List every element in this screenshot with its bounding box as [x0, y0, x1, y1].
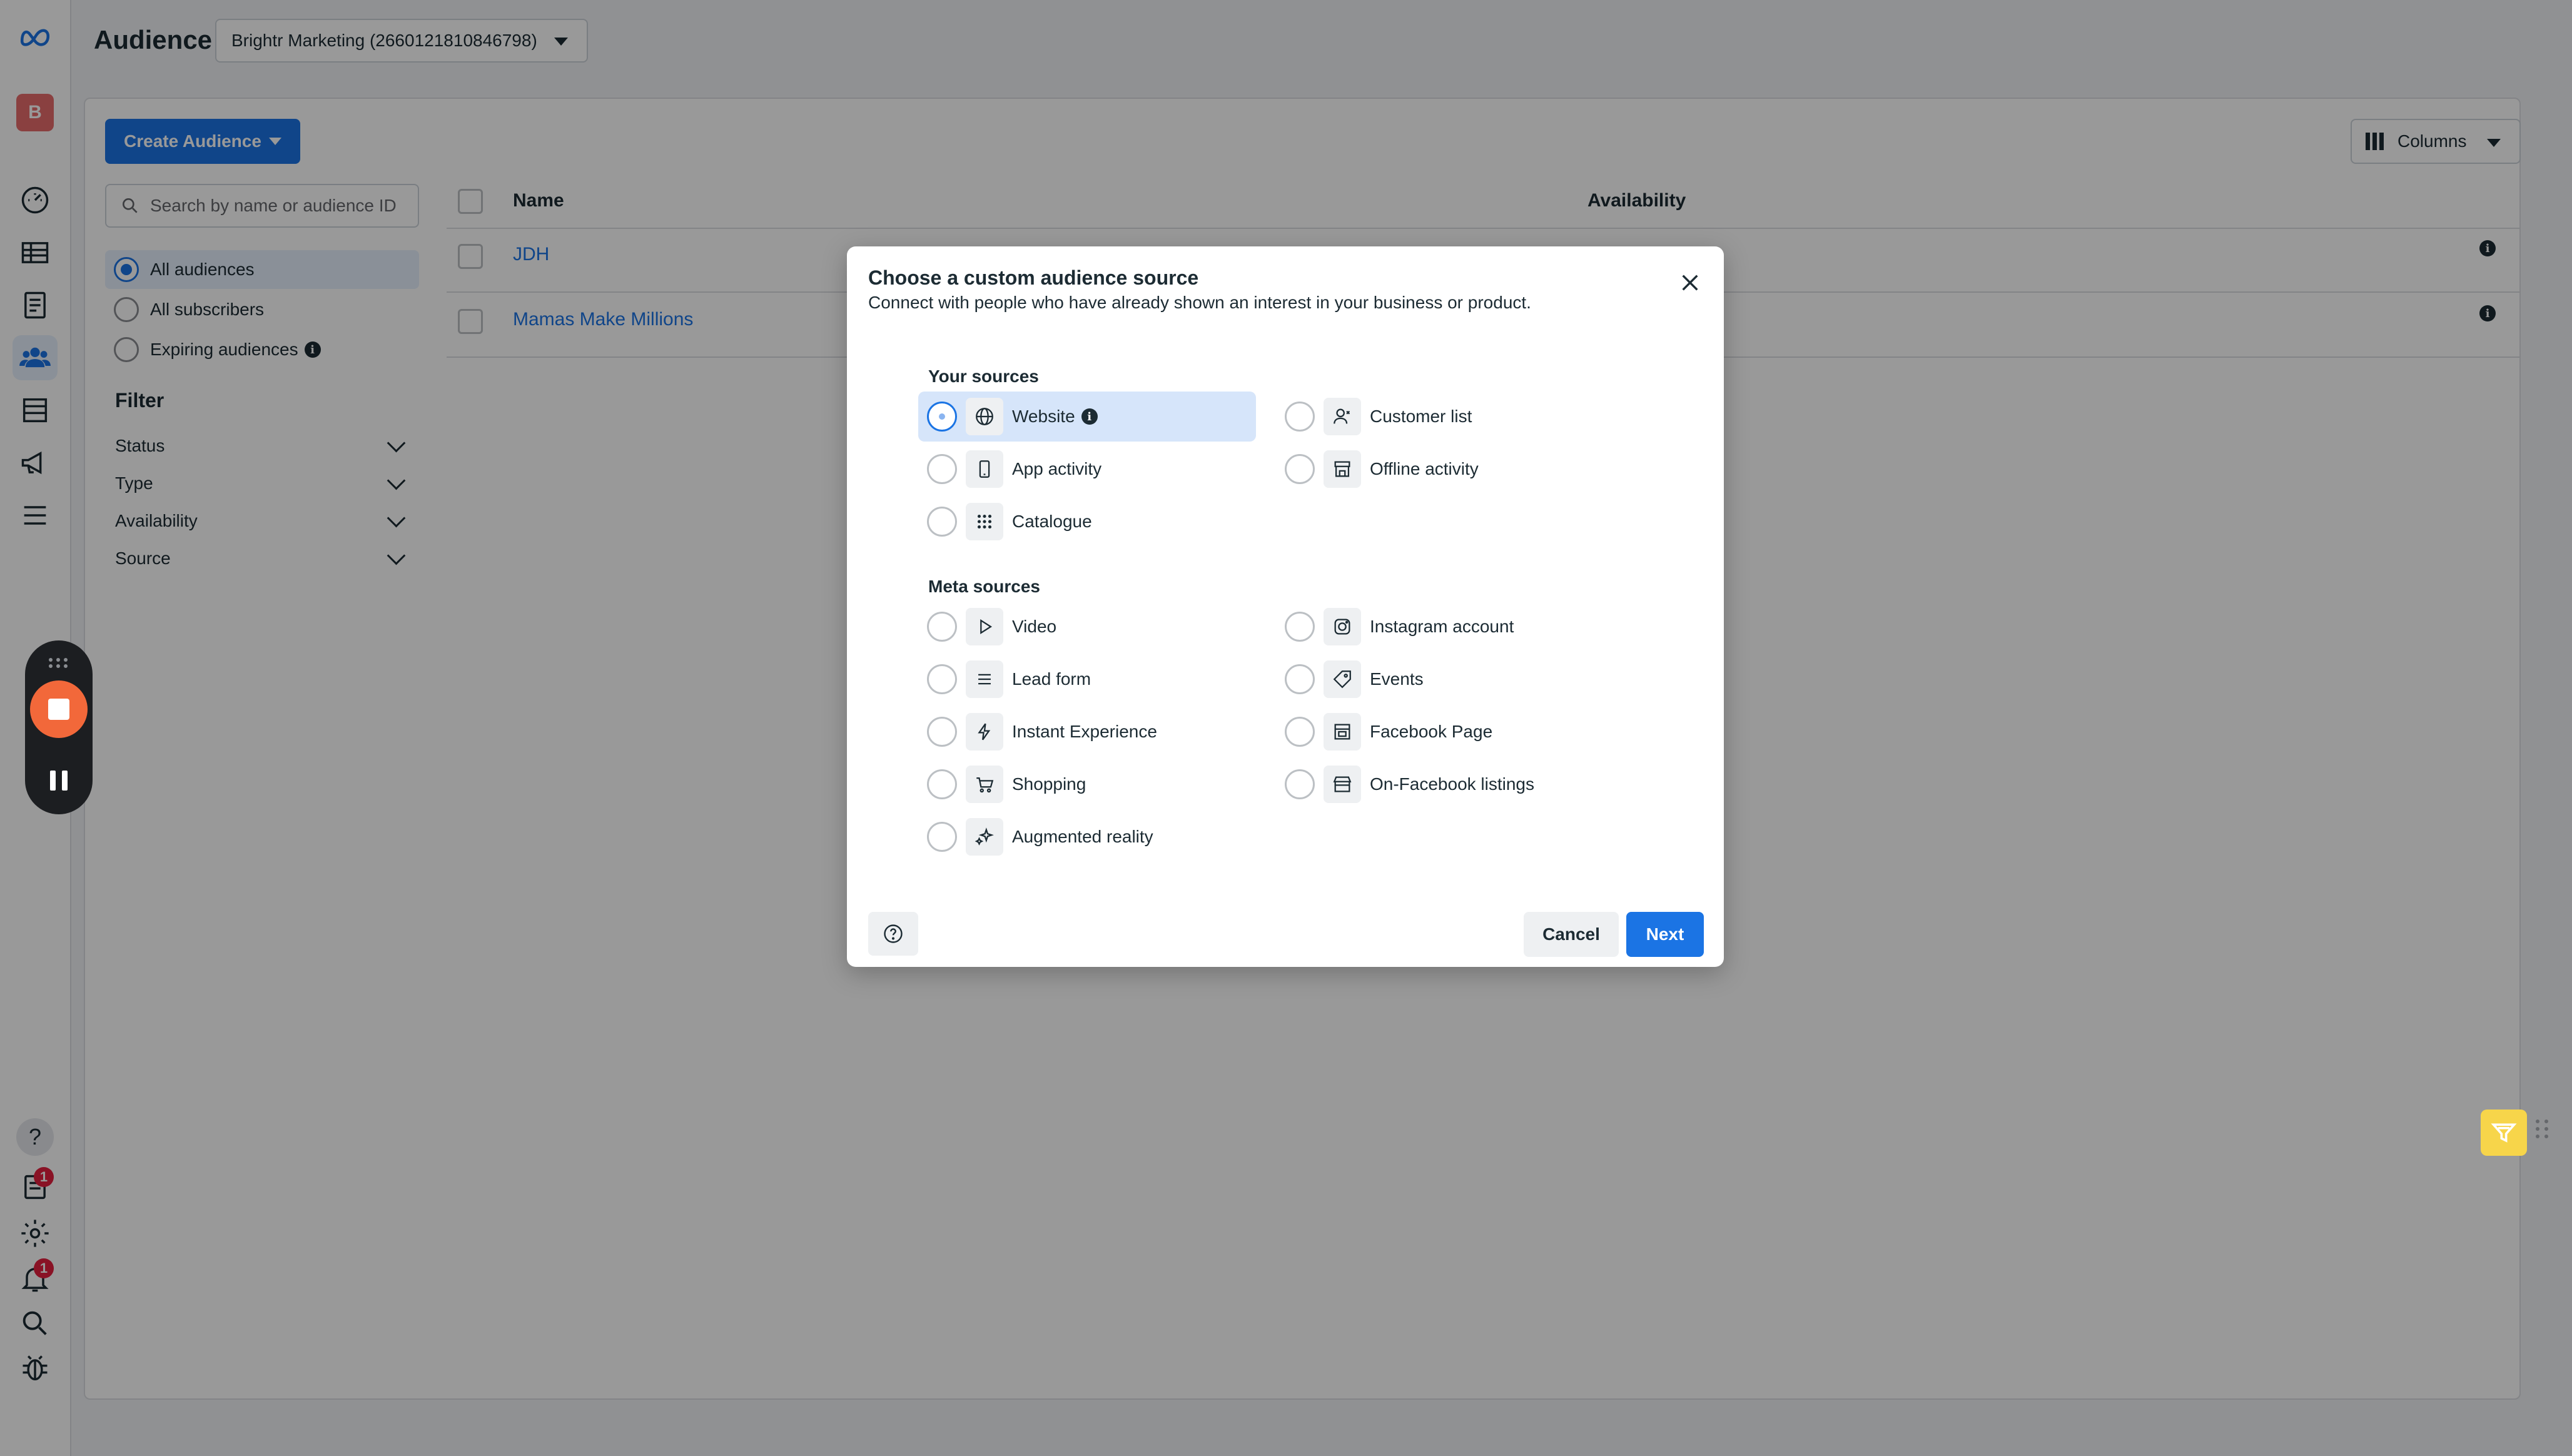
source-customer-list[interactable]: Customer list: [1276, 392, 1614, 442]
source-lead-form[interactable]: Lead form: [918, 654, 1256, 704]
source-label: Catalogue: [1012, 512, 1092, 531]
source-label: On-Facebook listings: [1370, 774, 1535, 794]
stop-icon: [48, 699, 69, 720]
source-label: Customer list: [1370, 407, 1472, 426]
source-label: Website: [1012, 407, 1075, 426]
source-facebook-page[interactable]: Facebook Page: [1276, 707, 1614, 757]
source-catalogue[interactable]: Catalogue: [918, 497, 1256, 547]
bolt-icon: [966, 713, 1003, 751]
cart-icon: [966, 766, 1003, 803]
radio-button[interactable]: [927, 507, 957, 537]
radio-button[interactable]: [1285, 717, 1315, 747]
question-icon: [884, 924, 903, 943]
source-website[interactable]: Website i: [918, 392, 1256, 442]
stop-recording-button[interactable]: [30, 680, 88, 738]
radio-button[interactable]: [927, 717, 957, 747]
drag-handle-icon[interactable]: [49, 658, 69, 668]
radio-button[interactable]: [1285, 402, 1315, 432]
radio-button[interactable]: [1285, 769, 1315, 799]
radio-button[interactable]: [927, 769, 957, 799]
radio-button[interactable]: [927, 612, 957, 642]
radio-button[interactable]: [927, 454, 957, 484]
source-augmented-reality[interactable]: Augmented reality: [918, 812, 1256, 862]
cancel-button[interactable]: Cancel: [1524, 912, 1619, 957]
radio-button[interactable]: [1285, 664, 1315, 694]
source-label: Shopping: [1012, 774, 1086, 794]
source-label: Events: [1370, 669, 1424, 689]
source-label: Video: [1012, 617, 1057, 636]
storefront-icon: [1324, 766, 1361, 803]
dialog-subtitle: Connect with people who have already sho…: [868, 293, 1531, 312]
pause-recording-button[interactable]: [46, 771, 71, 796]
person-icon: [1324, 398, 1361, 435]
source-label: Instant Experience: [1012, 722, 1157, 741]
radio-button[interactable]: [927, 822, 957, 852]
sparkle-icon: [966, 818, 1003, 856]
page-icon: [1324, 713, 1361, 751]
list-icon: [966, 660, 1003, 698]
source-offline-activity[interactable]: Offline activity: [1276, 444, 1614, 494]
source-label: Instagram account: [1370, 617, 1514, 636]
help-button[interactable]: [868, 912, 918, 956]
radio-button[interactable]: [927, 402, 957, 432]
source-shopping[interactable]: Shopping: [918, 759, 1256, 809]
next-button[interactable]: Next: [1626, 912, 1704, 957]
meta-sources-heading: Meta sources: [928, 577, 1040, 596]
source-instant-experience[interactable]: Instant Experience: [918, 707, 1256, 757]
globe-icon: [966, 398, 1003, 435]
source-label: Augmented reality: [1012, 827, 1153, 846]
grid-icon: [966, 503, 1003, 540]
source-events[interactable]: Events: [1276, 654, 1614, 704]
custom-audience-source-dialog: Choose a custom audience source Connect …: [847, 246, 1724, 967]
source-instagram-account[interactable]: Instagram account: [1276, 602, 1614, 652]
screen-recorder-widget: [25, 640, 93, 814]
store-icon: [1324, 450, 1361, 488]
source-on-facebook-listings[interactable]: On-Facebook listings: [1276, 759, 1614, 809]
feedback-filter-icon: [2491, 1123, 2517, 1143]
feedback-button[interactable]: [2481, 1110, 2527, 1156]
tag-icon: [1324, 660, 1361, 698]
radio-button[interactable]: [1285, 612, 1315, 642]
drag-handle-icon[interactable]: [2536, 1120, 2549, 1138]
source-label: Facebook Page: [1370, 722, 1493, 741]
source-label: Lead form: [1012, 669, 1091, 689]
source-app-activity[interactable]: App activity: [918, 444, 1256, 494]
info-icon[interactable]: i: [1081, 408, 1098, 425]
radio-button[interactable]: [1285, 454, 1315, 484]
radio-button[interactable]: [927, 664, 957, 694]
source-label: App activity: [1012, 459, 1102, 478]
source-video[interactable]: Video: [918, 602, 1256, 652]
play-icon: [966, 608, 1003, 645]
source-label: Offline activity: [1370, 459, 1479, 478]
close-icon: [1682, 275, 1698, 291]
instagram-icon: [1324, 608, 1361, 645]
dialog-title: Choose a custom audience source: [868, 266, 1199, 289]
phone-icon: [966, 450, 1003, 488]
close-button[interactable]: [1671, 264, 1709, 301]
your-sources-heading: Your sources: [928, 367, 1039, 386]
